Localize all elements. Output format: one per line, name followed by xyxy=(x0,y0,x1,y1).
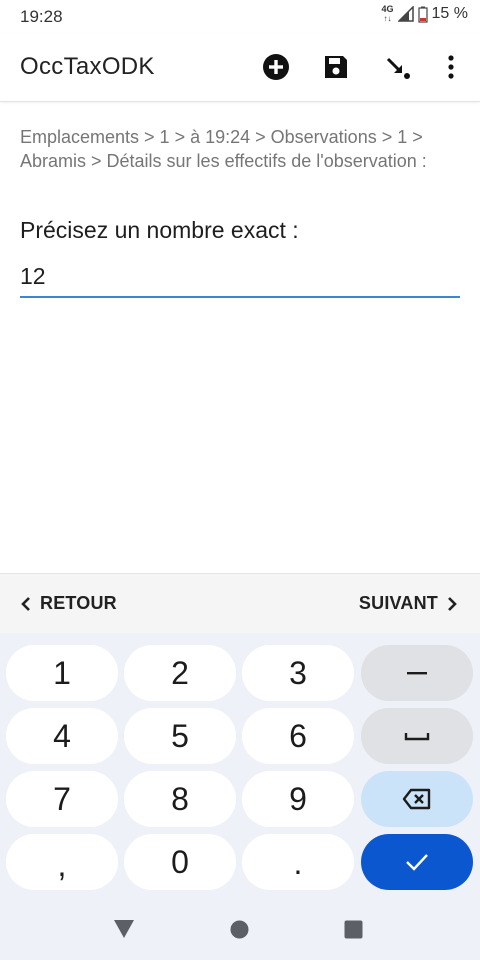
home-circle-icon[interactable] xyxy=(230,920,249,939)
network-type: 4G ↑↓ xyxy=(381,4,394,24)
app-bar: OccTaxODK xyxy=(0,34,480,102)
backspace-icon xyxy=(402,788,431,810)
key-0[interactable]: 0 xyxy=(124,834,236,890)
more-vertical-icon xyxy=(448,55,454,79)
key-comma-label: , xyxy=(57,847,67,883)
key-1[interactable]: 1 xyxy=(6,645,118,701)
form-navigation-bar: RETOUR SUIVANT xyxy=(0,573,480,634)
number-input-value: 12 xyxy=(20,263,46,289)
status-bar: 19:28 4G ↑↓ 15 % xyxy=(0,0,480,34)
chevron-left-icon xyxy=(21,596,30,611)
minus-icon xyxy=(407,672,427,675)
status-time: 19:28 xyxy=(20,7,63,26)
status-icons: 4G ↑↓ 15 % xyxy=(381,4,468,24)
breadcrumb: Emplacements > 1 > à 19:24 > Observation… xyxy=(20,127,427,171)
app-title: OccTaxODK xyxy=(20,53,155,80)
back-button[interactable]: RETOUR xyxy=(20,593,117,614)
back-triangle-icon[interactable] xyxy=(113,919,135,939)
space-icon xyxy=(404,733,430,741)
number-input[interactable]: 12 xyxy=(20,260,460,298)
battery-icon xyxy=(417,6,428,23)
key-comma[interactable]: , xyxy=(6,834,118,890)
key-period-label: . xyxy=(293,845,303,881)
add-circle-icon xyxy=(263,54,289,80)
key-8[interactable]: 8 xyxy=(124,771,236,827)
enter-key[interactable] xyxy=(361,834,473,890)
save-icon xyxy=(325,56,347,78)
key-4[interactable]: 4 xyxy=(6,708,118,764)
question-label: Précisez un nombre exact : xyxy=(20,217,299,243)
goto-button[interactable] xyxy=(382,51,414,83)
next-button-label: SUIVANT xyxy=(358,593,438,613)
save-button[interactable] xyxy=(320,51,352,83)
battery-level: 15 % xyxy=(431,5,468,22)
key-5[interactable]: 5 xyxy=(124,708,236,764)
key-7[interactable]: 7 xyxy=(6,771,118,827)
more-options-button[interactable] xyxy=(435,51,467,83)
system-navigation-bar xyxy=(0,900,480,960)
recents-square-icon[interactable] xyxy=(344,920,363,939)
next-button[interactable]: SUIVANT xyxy=(359,593,458,614)
chevron-right-icon xyxy=(448,596,457,611)
add-repeat-button[interactable] xyxy=(260,51,292,83)
key-period[interactable]: . xyxy=(242,834,354,890)
key-2[interactable]: 2 xyxy=(124,645,236,701)
enter-check-icon xyxy=(406,854,428,871)
back-button-label: RETOUR xyxy=(40,593,117,613)
signal-icon xyxy=(397,6,414,22)
key-9[interactable]: 9 xyxy=(242,771,354,827)
minus-key[interactable] xyxy=(361,645,473,701)
backspace-key[interactable] xyxy=(361,771,473,827)
key-3[interactable]: 3 xyxy=(242,645,354,701)
goto-icon xyxy=(386,57,410,79)
space-key[interactable] xyxy=(361,708,473,764)
key-6[interactable]: 6 xyxy=(242,708,354,764)
